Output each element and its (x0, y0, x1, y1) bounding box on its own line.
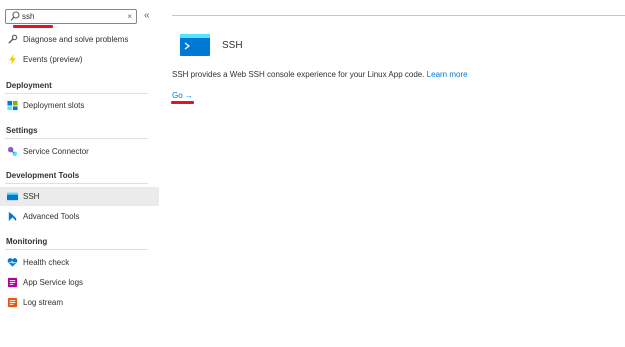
go-annotation-underline (171, 101, 194, 104)
section-header-deployment: Deployment (6, 81, 52, 90)
section-header-monitoring: Monitoring (6, 237, 48, 246)
sidebar-item-deployment-slots[interactable]: Deployment slots (0, 96, 159, 115)
sidebar-item-label: Deployment slots (23, 101, 85, 110)
sidebar-item-log-stream[interactable]: Log stream (0, 293, 159, 312)
sidebar-item-label: Health check (23, 258, 70, 267)
log-stream-icon (6, 297, 18, 309)
advanced-tools-icon (6, 211, 18, 223)
section-divider (5, 93, 148, 94)
lightning-icon (6, 54, 18, 66)
ssh-console-icon (180, 34, 210, 56)
sidebar: × « Diagnose and solve problems Events (… (0, 0, 160, 347)
sidebar-item-service-connector[interactable]: Service Connector (0, 142, 159, 161)
sidebar-item-label: Events (preview) (23, 55, 83, 64)
section-header-development-tools: Development Tools (6, 171, 80, 180)
sidebar-item-label: Advanced Tools (23, 212, 80, 221)
clear-search-icon[interactable]: × (127, 11, 132, 22)
search-icon (10, 11, 20, 21)
content-top-divider (172, 15, 625, 16)
go-link[interactable]: Go → (172, 91, 193, 100)
section-divider (5, 249, 148, 250)
wrench-icon (6, 34, 18, 46)
sidebar-item-label: Service Connector (23, 147, 89, 156)
description-text: SSH provides a Web SSH console experienc… (172, 70, 468, 79)
sidebar-item-diagnose[interactable]: Diagnose and solve problems (0, 30, 159, 49)
sidebar-item-events[interactable]: Events (preview) (0, 50, 159, 69)
learn-more-link[interactable]: Learn more (427, 70, 468, 79)
sidebar-item-label: Log stream (23, 298, 64, 307)
ssh-icon (6, 191, 18, 203)
description: SSH provides a Web SSH console experienc… (172, 70, 425, 79)
sidebar-item-advanced-tools[interactable]: Advanced Tools (0, 207, 159, 226)
logs-icon (6, 277, 18, 289)
sidebar-item-ssh[interactable]: SSH (0, 187, 159, 206)
search-input[interactable] (22, 10, 122, 23)
page-title: SSH (222, 40, 243, 51)
sidebar-item-app-service-logs[interactable]: App Service logs (0, 273, 159, 292)
sidebar-item-label: SSH (23, 192, 40, 201)
section-divider (5, 183, 148, 184)
collapse-sidebar-icon[interactable]: « (144, 10, 150, 22)
heart-icon (6, 257, 18, 269)
search-annotation-underline (13, 25, 53, 28)
sidebar-item-health-check[interactable]: Health check (0, 253, 159, 272)
service-connector-icon (6, 146, 18, 158)
search-box[interactable]: × (5, 9, 137, 24)
sidebar-item-label: App Service logs (23, 278, 84, 287)
section-header-settings: Settings (6, 126, 38, 135)
section-divider (5, 138, 148, 139)
sidebar-item-label: Diagnose and solve problems (23, 35, 129, 44)
deployment-slots-icon (6, 100, 18, 112)
